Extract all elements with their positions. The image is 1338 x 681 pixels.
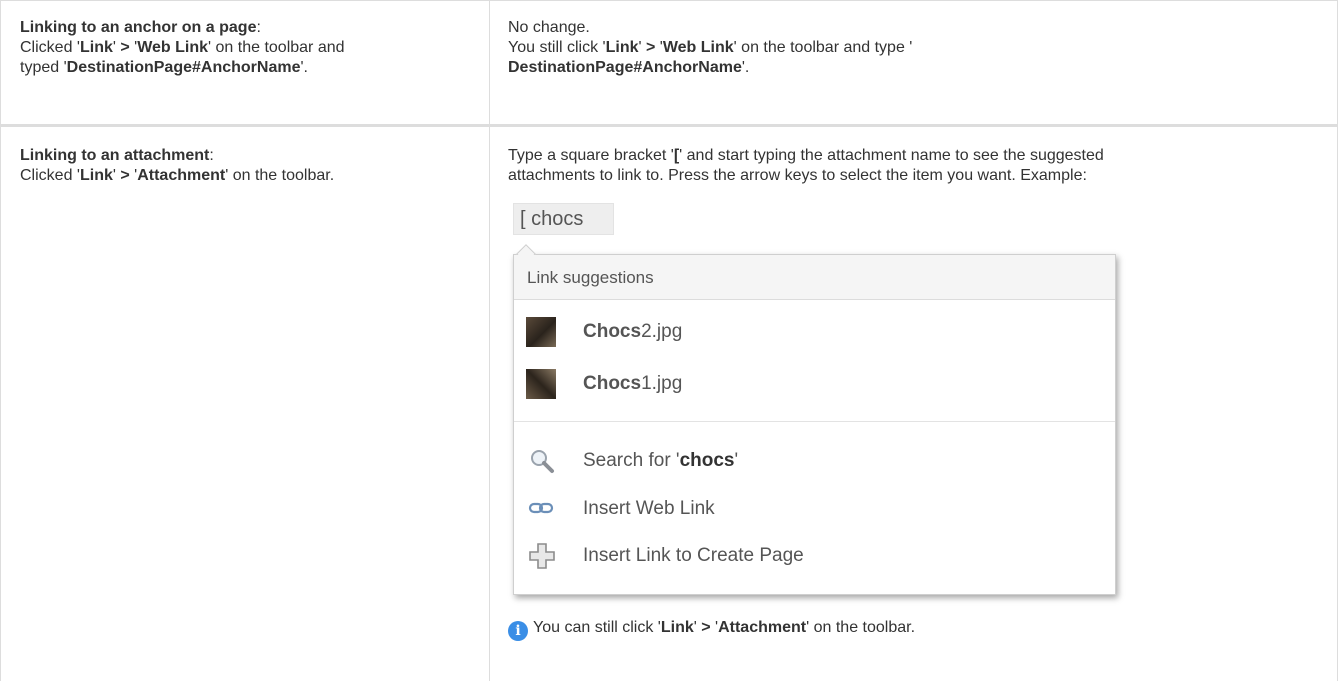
suggestion-label: Chocs2.jpg — [583, 321, 683, 342]
row2-right-line1: Type a square bracket '[' and start typi… — [508, 147, 1104, 164]
row1-left-line2: Clicked 'Link' > 'Web Link' on the toolb… — [20, 39, 345, 56]
chain-link-icon — [528, 502, 554, 514]
insert-web-link-label: Insert Web Link — [583, 498, 715, 519]
comparison-table: Linking to an anchor on a page: Clicked … — [0, 0, 1338, 681]
search-action-label: Search for 'chocs' — [583, 450, 739, 471]
suggestion-item[interactable]: Chocs2.jpg — [526, 315, 1086, 349]
popup-separator — [514, 421, 1115, 422]
info-note: i You can still click 'Link' > 'Attachmen… — [508, 618, 915, 641]
table-border-left — [0, 0, 1, 681]
typed-token-example: [ chocs — [513, 203, 614, 235]
row1-left-line3: typed 'DestinationPage#AnchorName'. — [20, 59, 308, 76]
search-action[interactable]: Search for 'chocs' — [526, 444, 1086, 478]
image-thumbnail-icon — [526, 317, 556, 347]
table-column-divider — [489, 0, 490, 681]
info-icon: i — [508, 621, 528, 641]
row2-left-heading: Linking to an attachment: — [20, 147, 214, 164]
plus-icon — [529, 543, 555, 569]
row1-left-heading: Linking to an anchor on a page: — [20, 19, 261, 36]
row2-left-cell: Linking to an attachment: Clicked 'Link'… — [20, 146, 470, 186]
table-row-divider — [0, 124, 1338, 127]
image-thumbnail-icon — [526, 369, 556, 399]
magnifier-icon — [531, 450, 554, 473]
popup-pointer — [513, 241, 539, 255]
suggestion-label: Chocs1.jpg — [583, 373, 683, 394]
row1-right-line2: You still click 'Link' > 'Web Link' on t… — [508, 39, 913, 56]
insert-link-create-page-action[interactable]: Insert Link to Create Page — [526, 539, 1086, 573]
row1-right-cell: No change. You still click 'Link' > 'Web… — [508, 18, 1308, 78]
row2-left-line2: Clicked 'Link' > 'Attachment' on the too… — [20, 167, 335, 184]
insert-link-create-page-label: Insert Link to Create Page — [583, 545, 804, 566]
popup-title: Link suggestions — [514, 255, 1115, 300]
row2-right-cell: Type a square bracket '[' and start typi… — [508, 146, 1328, 186]
row1-right-line1: No change. — [508, 19, 590, 36]
link-suggestions-popup: Link suggestions Chocs2.jpg Chocs1.jpg S… — [513, 254, 1116, 595]
row1-left-cell: Linking to an anchor on a page: Clicked … — [20, 18, 470, 78]
row1-right-line3: DestinationPage#AnchorName'. — [508, 59, 750, 76]
suggestion-item[interactable]: Chocs1.jpg — [526, 367, 1086, 401]
table-border-top — [0, 0, 1338, 1]
insert-web-link-action[interactable]: Insert Web Link — [526, 492, 1086, 526]
row2-right-line2: attachments to link to. Press the arrow … — [508, 167, 1087, 184]
